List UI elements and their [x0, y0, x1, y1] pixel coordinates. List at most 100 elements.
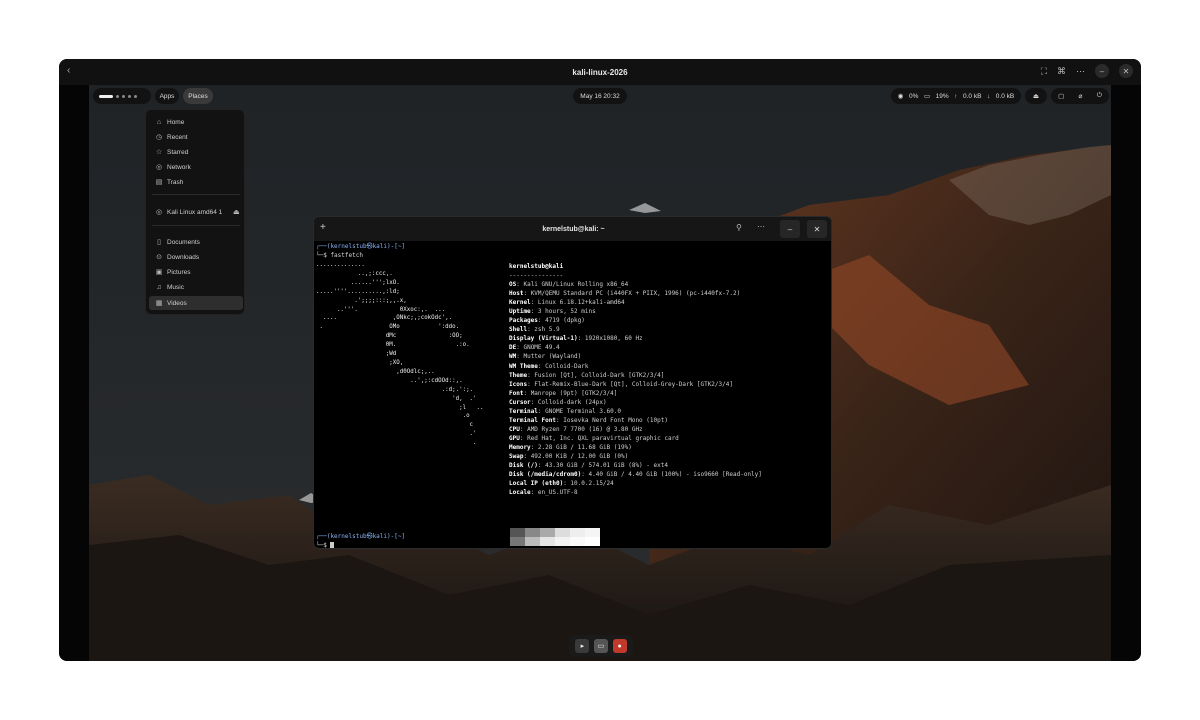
cursor-prompt: └─$	[316, 542, 331, 549]
cpu-value: 0%	[908, 92, 919, 100]
fastfetch-info: kernelstub@kali --------------- OS: Kali…	[509, 262, 762, 497]
terminal-output[interactable]: ┌──(kernelstub㉿kali)-[~] └─$ fastfetch .…	[314, 241, 831, 549]
info-value: zsh 5.9	[534, 326, 560, 334]
info-row: Icons: Flat-Remix-Blue-Dark [Qt], Colloi…	[509, 380, 762, 389]
app-icon[interactable]: ●	[612, 639, 627, 653]
places-item-videos[interactable]: ▦ Videos	[149, 296, 243, 310]
places-item-label: Videos	[167, 299, 187, 307]
info-key: Kernel	[509, 299, 531, 307]
minimize-button[interactable]: –	[780, 220, 800, 238]
video-icon: ▦	[155, 300, 163, 307]
message-icon[interactable]: ▢	[1058, 92, 1064, 100]
places-item-documents[interactable]: ▯ Documents	[149, 235, 243, 249]
vm-title: kali-linux-2026	[572, 67, 628, 77]
info-value: GNOME Terminal 3.60.0	[545, 407, 621, 415]
chevron-left-icon[interactable]: ‹	[67, 65, 70, 76]
info-separator: :	[519, 425, 528, 433]
music-icon: ♫	[156, 283, 162, 291]
clock-icon: ◷	[155, 134, 163, 141]
apps-button[interactable]: Apps	[155, 88, 179, 104]
redacted-block	[510, 528, 600, 546]
places-item-network[interactable]: ◎ Network	[149, 160, 243, 174]
info-value: Colloid-dark (24px)	[537, 398, 607, 406]
info-separator: :	[530, 443, 538, 451]
more-icon[interactable]: ⋯	[1076, 66, 1085, 77]
places-item-music[interactable]: ♫ Music	[149, 280, 243, 294]
places-item-trash[interactable]: ▤ Trash	[149, 175, 243, 189]
info-key: Disk (/media/cdrom0)	[509, 471, 582, 479]
places-item-home[interactable]: ⌂ Home	[149, 115, 243, 129]
divider	[152, 194, 240, 195]
info-key: Terminal	[509, 407, 538, 415]
files-icon[interactable]: ▭	[593, 639, 608, 653]
close-icon[interactable]: ✕	[1119, 64, 1133, 78]
places-item-label: Home	[167, 118, 185, 126]
picture-icon: ▣	[155, 269, 163, 276]
info-value: 1920x1080, 60 Hz	[584, 335, 643, 343]
letterbox-left	[59, 85, 89, 661]
info-key: Font	[509, 389, 524, 397]
info-value: Mutter (Wayland)	[523, 353, 582, 361]
places-item-label: Documents	[167, 238, 200, 246]
info-key: Packages	[509, 317, 538, 325]
new-tab-icon[interactable]: +	[320, 222, 326, 233]
close-button[interactable]: ✕	[807, 220, 827, 238]
status-area[interactable]: ▢ ⌀ ⏻	[1051, 88, 1109, 104]
fullscreen-icon[interactable]: ⛶	[1041, 66, 1047, 77]
info-key: Memory	[509, 443, 531, 451]
info-separator: :	[530, 489, 538, 497]
minimize-icon[interactable]: –	[1095, 64, 1109, 78]
eject-icon[interactable]: ⏏	[1025, 88, 1047, 104]
info-row: Uptime: 3 hours, 52 mins	[509, 307, 762, 316]
system-monitor[interactable]: ◉ 0% ▭ 19% ↑ 0.0 kB ↓ 0.0 kB	[891, 88, 1021, 104]
command-icon[interactable]: ⌘	[1057, 66, 1066, 77]
eject-icon[interactable]: ⏏	[232, 208, 240, 216]
network-icon: ◎	[155, 164, 163, 171]
power-icon[interactable]: ⏻	[1097, 92, 1102, 100]
info-value: en_US.UTF-8	[537, 489, 578, 497]
network-off-icon[interactable]: ⌀	[1079, 92, 1083, 100]
info-separator: :	[519, 434, 528, 442]
info-row: WM Theme: Colloid-Dark	[509, 362, 762, 371]
places-button[interactable]: Places	[183, 88, 213, 104]
info-row: Swap: 492.00 KiB / 12.00 GiB (0%)	[509, 452, 762, 461]
clock[interactable]: May 16 20:32	[573, 88, 627, 104]
places-item-label: Network	[167, 163, 191, 171]
star-icon: ☆	[155, 149, 163, 156]
places-item-starred[interactable]: ☆ Starred	[149, 145, 243, 159]
menu-icon[interactable]: ⋯	[757, 222, 765, 231]
places-item-downloads[interactable]: ⊙ Downloads	[149, 250, 243, 264]
home-icon: ⌂	[156, 118, 162, 126]
info-key: Local IP (eth0)	[509, 480, 564, 488]
workspace-dot	[134, 94, 137, 98]
info-row: Cursor: Colloid-dark (24px)	[509, 398, 762, 407]
terminal-header[interactable]: + kernelstub@kali: ~ ⚲ ⋯ – ✕	[314, 217, 831, 241]
info-value: Kali GNU/Linux Rolling x86_64	[523, 281, 629, 289]
places-item-pictures[interactable]: ▣ Pictures	[149, 265, 243, 279]
info-row: Terminal Font: Iosevka Nerd Font Mono (1…	[509, 416, 762, 425]
vm-controls: ⛶ ⌘ ⋯ – ✕	[1041, 64, 1133, 78]
info-row: Terminal: GNOME Terminal 3.60.0	[509, 407, 762, 416]
places-item-label: Downloads	[167, 253, 200, 261]
places-item-label: Trash	[167, 178, 184, 186]
download-value: 0.0 kB	[995, 92, 1015, 100]
disc-icon: ◎	[155, 209, 163, 216]
terminal-icon[interactable]: ▸	[575, 639, 590, 653]
text-cursor	[330, 542, 335, 548]
user-host: kernelstub@kali	[509, 263, 564, 270]
workspace-dot	[122, 94, 125, 98]
info-row: Theme: Fusion [Qt], Colloid-Dark [GTK2/3…	[509, 371, 762, 380]
terminal-window[interactable]: + kernelstub@kali: ~ ⚲ ⋯ – ✕ ┌──(kernels…	[313, 216, 832, 549]
info-value: Linux 6.18.12+kali-amd64	[537, 299, 625, 307]
info-value: GNOME 49.4	[523, 344, 560, 352]
info-key: GPU	[509, 434, 520, 442]
workspace-indicator[interactable]	[93, 88, 151, 104]
search-icon[interactable]: ⚲	[736, 223, 742, 232]
places-item-device[interactable]: ◎ Kali Linux amd64 1 ⏏	[149, 205, 243, 219]
places-item-recent[interactable]: ◷ Recent	[149, 130, 243, 144]
info-key: CPU	[509, 425, 520, 433]
info-value: 10.0.2.15/24	[570, 480, 614, 488]
command-line: └─$ fastfetch	[316, 252, 363, 259]
letterbox-right	[1111, 85, 1141, 661]
info-row: Local IP (eth0): 10.0.2.15/24	[509, 479, 762, 488]
